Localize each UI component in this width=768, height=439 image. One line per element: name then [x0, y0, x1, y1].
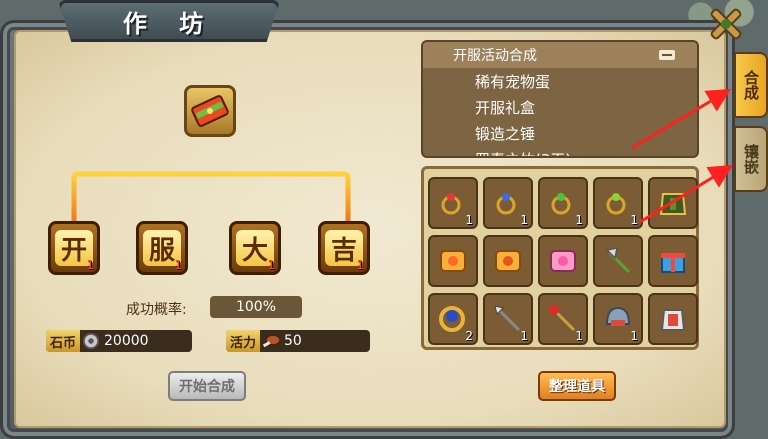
ingredient-count: 1 — [174, 258, 182, 272]
inventory-slot[interactable] — [593, 235, 643, 287]
inventory-slot[interactable]: 2 — [428, 293, 478, 345]
inventory-slot[interactable]: 1 — [483, 293, 533, 345]
gift-box-icon — [661, 253, 685, 273]
inventory-slot[interactable]: 1 — [593, 177, 643, 229]
pink-scroll-icon — [550, 250, 576, 272]
slot-count: 1 — [630, 329, 638, 343]
inventory-slot[interactable] — [428, 235, 478, 287]
slot-count: 1 — [575, 329, 583, 343]
axe-icon — [605, 247, 631, 274]
recipe-list-item[interactable]: 稀有宠物蛋 — [423, 68, 697, 94]
collapse-icon[interactable] — [659, 50, 675, 60]
green-armor-icon — [659, 193, 687, 215]
window-title: 作 坊 — [122, 9, 216, 38]
recipe-category-label: 开服活动合成 — [453, 48, 537, 64]
stone-coin-bar: 石币 20000 — [46, 330, 192, 352]
slot-count: 1 — [520, 329, 528, 343]
tab-inlay[interactable]: 镶嵌 — [734, 126, 768, 192]
close-icon — [710, 8, 742, 40]
ingredient-slot-1[interactable]: 开 1 — [48, 221, 100, 275]
vitality-label: 活力 — [226, 330, 261, 352]
plate-armor-icon — [660, 309, 686, 331]
tab-synthesis[interactable]: 合成 — [734, 52, 768, 118]
recipe-list-item[interactable]: 锻造之锤 — [423, 120, 697, 146]
vitality-value: 50 — [284, 333, 302, 349]
result-item-slot[interactable] — [184, 85, 236, 137]
ingredient-slot-4[interactable]: 吉 1 — [318, 221, 370, 275]
inventory-grid: 1 1 1 1 2 1 1 1 — [421, 166, 699, 350]
ingredient-slot-2[interactable]: 服 1 — [136, 221, 188, 275]
recipe-category-header[interactable]: 开服活动合成 — [423, 42, 697, 68]
stone-coin-label: 石币 — [46, 330, 81, 352]
success-rate-value: 100% — [210, 296, 302, 318]
title-banner: 作 坊 — [58, 0, 280, 42]
slot-count: 1 — [465, 213, 473, 227]
ingredient-count: 1 — [86, 258, 94, 272]
orange-scroll-icon — [495, 250, 521, 272]
success-rate-label: 成功概率: — [126, 302, 187, 318]
inventory-slot[interactable] — [648, 293, 698, 345]
tab-inlay-label: 镶嵌 — [742, 144, 760, 174]
inventory-slot[interactable]: 1 — [538, 177, 588, 229]
close-button[interactable] — [706, 4, 746, 44]
scroll-book-icon — [191, 95, 229, 127]
sort-items-button[interactable]: 整理道具 — [538, 371, 616, 401]
slot-count: 1 — [575, 213, 583, 227]
start-synthesis-button[interactable]: 开始合成 — [168, 371, 246, 401]
stone-coin-value: 20000 — [104, 333, 149, 349]
recipe-list-item[interactable]: 罗春之竹(3天) — [423, 146, 697, 157]
slot-count: 2 — [465, 329, 473, 343]
inventory-slot[interactable]: 1 — [428, 177, 478, 229]
meat-icon — [260, 330, 282, 352]
inventory-slot[interactable] — [648, 235, 698, 287]
slot-count: 1 — [520, 213, 528, 227]
inventory-slot[interactable] — [648, 177, 698, 229]
inventory-slot[interactable] — [483, 235, 533, 287]
slot-count: 1 — [630, 213, 638, 227]
tab-synthesis-label: 合成 — [742, 70, 760, 100]
ingredient-count: 1 — [267, 258, 275, 272]
orange-scroll-icon — [440, 250, 466, 272]
coin-icon — [80, 330, 102, 352]
inventory-slot[interactable]: 1 — [538, 293, 588, 345]
recipe-list[interactable]: 开服活动合成 稀有宠物蛋 开服礼盒 锻造之锤 罗春之竹(3天) — [421, 40, 699, 158]
inventory-slot[interactable]: 1 — [593, 293, 643, 345]
inventory-slot[interactable]: 1 — [483, 177, 533, 229]
vitality-bar: 活力 50 — [226, 330, 370, 352]
inventory-slot[interactable] — [538, 235, 588, 287]
recipe-list-item[interactable]: 开服礼盒 — [423, 94, 697, 120]
ingredient-count: 1 — [356, 258, 364, 272]
ingredient-slot-3[interactable]: 大 1 — [229, 221, 281, 275]
